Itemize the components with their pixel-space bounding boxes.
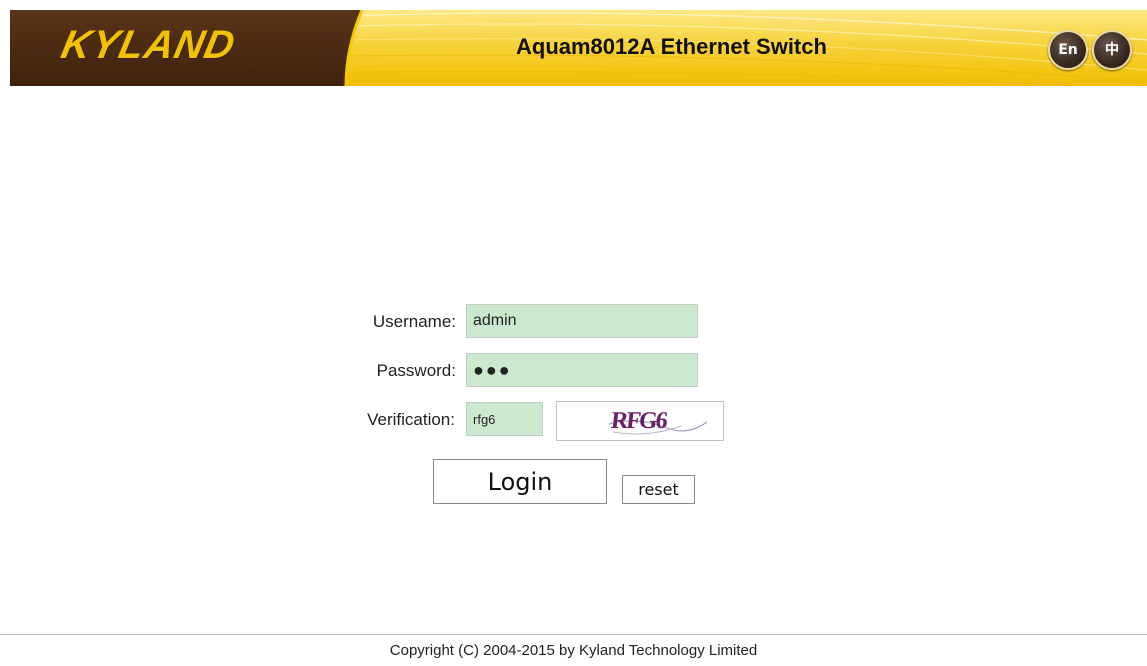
reset-button[interactable]: reset xyxy=(622,475,695,504)
kyland-logo: KYLAND xyxy=(57,23,240,67)
english-language-label: En xyxy=(1058,42,1078,58)
verification-input[interactable] xyxy=(466,402,543,436)
verification-label: Verification: xyxy=(367,410,455,429)
captcha-text: RFG6 xyxy=(609,408,668,434)
username-label: Username: xyxy=(372,312,456,331)
chinese-language-icon[interactable]: 中 xyxy=(1092,30,1132,70)
header-banner: KYLAND Aquam8012A Ethernet Switch En 中 xyxy=(10,10,1147,86)
login-page: KYLAND Aquam8012A Ethernet Switch En 中 U… xyxy=(0,0,1147,666)
chinese-language-label: 中 xyxy=(1105,42,1119,58)
login-button[interactable]: Login xyxy=(433,459,607,504)
device-title: Aquam8012A Ethernet Switch xyxy=(516,34,827,59)
password-label: Password: xyxy=(376,361,456,380)
english-language-icon[interactable]: En xyxy=(1048,30,1088,70)
username-input[interactable] xyxy=(466,304,698,338)
copyright-text: Copyright (C) 2004-2015 by Kyland Techno… xyxy=(389,642,758,659)
password-input[interactable] xyxy=(466,353,698,387)
captcha-image[interactable]: RFG6 xyxy=(556,401,724,441)
footer-divider xyxy=(0,634,1147,635)
